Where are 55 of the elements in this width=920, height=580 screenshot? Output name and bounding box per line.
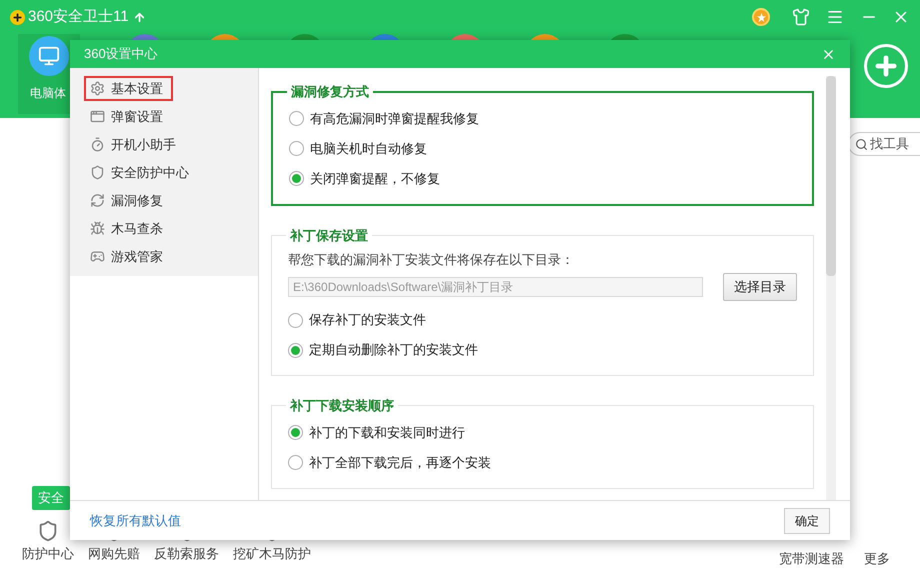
medal-icon[interactable] — [752, 8, 770, 26]
radio-button[interactable] — [288, 312, 303, 328]
radio-option[interactable]: 电脑关机时自动修复 — [289, 134, 796, 164]
upgrade-icon[interactable] — [132, 10, 146, 24]
bottom-tool-label[interactable]: 更多 — [864, 549, 890, 568]
window-icon — [90, 109, 105, 124]
description-text: 帮您下载的漏洞补丁安装文件将保存在以下目录： — [288, 251, 575, 270]
app-title: 360安全卫士11 — [28, 6, 129, 27]
tab-label: 电脑体 — [29, 85, 66, 102]
gear-icon — [90, 81, 105, 96]
search-icon — [855, 138, 868, 150]
bottom-tool-label[interactable]: 网购先赔 — [88, 544, 140, 564]
radio-button[interactable] — [288, 455, 303, 470]
radio-button[interactable] — [289, 111, 304, 126]
scrollbar-thumb[interactable] — [826, 76, 836, 276]
ok-button[interactable]: 确定 — [784, 508, 830, 534]
shield-icon — [90, 165, 105, 180]
tooltip: 安全 — [32, 486, 70, 510]
radio-option[interactable]: 保存补丁的安装文件 — [288, 305, 797, 335]
sidebar-item[interactable]: 开机小助手 — [84, 132, 186, 157]
bottom-tool-label[interactable]: 防护中心 — [22, 544, 74, 564]
radio-option[interactable]: 补丁的下载和安装同时进行 — [288, 418, 797, 448]
bug-icon — [90, 221, 105, 236]
radio-button[interactable] — [289, 171, 304, 186]
refresh-icon — [90, 193, 105, 208]
menu-icon[interactable] — [826, 8, 844, 26]
radio-button[interactable] — [289, 141, 304, 156]
dialog-title: 360设置中心 — [84, 45, 158, 64]
timer-icon — [90, 137, 105, 152]
bottom-tool-label[interactable]: 宽带测速器 — [779, 549, 844, 568]
radio-option[interactable]: 关闭弹窗提醒，不修复 — [289, 164, 796, 194]
monitor-icon — [29, 36, 69, 76]
radio-button[interactable] — [288, 342, 303, 358]
add-icon[interactable] — [864, 44, 908, 88]
sidebar-item[interactable]: 基本设置 — [84, 76, 173, 101]
skin-icon[interactable] — [792, 8, 810, 26]
radio-option[interactable]: 补丁全部下载完后，再逐个安装 — [288, 448, 797, 478]
sidebar-item[interactable]: 漏洞修复 — [84, 188, 173, 213]
radio-option[interactable]: 定期自动删除补丁的安装文件 — [288, 335, 797, 365]
group-title: 补丁下载安装顺序 — [288, 397, 395, 415]
choose-folder-button[interactable]: 选择目录 — [723, 273, 797, 301]
sidebar-item[interactable]: 弹窗设置 — [84, 104, 173, 129]
sidebar-item[interactable]: 游戏管家 — [84, 244, 173, 269]
restore-defaults-link[interactable]: 恢复所有默认值 — [90, 510, 181, 530]
bottom-tool-label[interactable]: 反勒索服务 — [154, 544, 219, 564]
group-title: 漏洞修复方式 — [290, 83, 370, 101]
sidebar-item[interactable]: 安全防护中心 — [84, 160, 199, 185]
radio-option[interactable]: 有高危漏洞时弹窗提醒我修复 — [289, 104, 796, 134]
bottom-tool-label[interactable]: 挖矿木马防护 — [233, 544, 311, 564]
gamepad-icon — [90, 249, 105, 264]
radio-button[interactable] — [288, 425, 303, 440]
app-logo-icon — [10, 10, 25, 24]
scrollbar[interactable] — [826, 76, 836, 500]
group-title: 补丁保存设置 — [288, 226, 369, 244]
sidebar-item[interactable]: 木马查杀 — [84, 216, 173, 241]
